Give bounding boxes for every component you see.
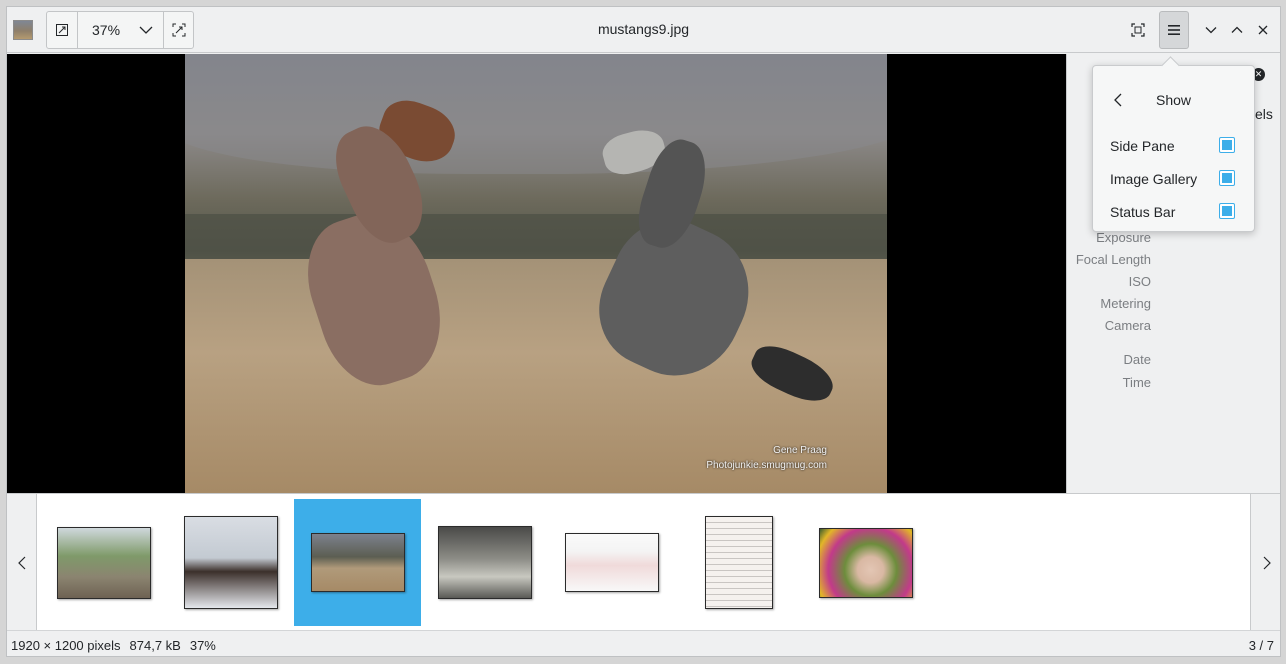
- menu-item-image-gallery[interactable]: Image Gallery: [1093, 167, 1254, 191]
- header-bar: 37% mustangs9.jpg: [7, 7, 1280, 53]
- close-button[interactable]: [1248, 11, 1278, 49]
- menu-item-side-pane[interactable]: Side Pane: [1093, 134, 1254, 158]
- thumbnail-webpage-screenshot: [564, 533, 659, 592]
- thumbnail-document-page: [704, 516, 773, 609]
- chevron-down-icon: [1205, 27, 1217, 34]
- chevron-up-icon: [1231, 26, 1243, 33]
- photo-watermark: Gene Praag Photojunkie.smugmug.com: [706, 445, 827, 471]
- menu-item-status-bar[interactable]: Status Bar: [1093, 200, 1254, 224]
- meta-label-iso: ISO: [1128, 274, 1151, 289]
- image-gallery: [7, 493, 1280, 631]
- back-arrow-icon[interactable]: [1111, 92, 1127, 108]
- thumbnail-moose-rider-in-snow: [183, 516, 278, 609]
- gallery-next-button[interactable]: [1252, 494, 1280, 631]
- popover-header[interactable]: Show: [1093, 90, 1254, 110]
- thumbnail-deer-and-police-car: [56, 526, 151, 599]
- menu-item-label: Status Bar: [1110, 204, 1176, 220]
- show-menu-popover: Show Side Pane Image Gallery Status Bar: [1092, 65, 1255, 232]
- window-title: mustangs9.jpg: [597, 21, 690, 37]
- popover-title: Show: [1156, 92, 1192, 108]
- status-bar: 1920 × 1200 pixels 874,7 kB 37% 3 / 7: [7, 630, 1280, 656]
- thumbnail-1[interactable]: [40, 499, 167, 626]
- main-menu-button[interactable]: [1159, 11, 1189, 49]
- hamburger-menu-icon: [1168, 25, 1180, 35]
- thumbnail-snail-with-flowers: [818, 527, 913, 598]
- close-icon: [1258, 25, 1268, 35]
- thumbnail-vintage-group-photo: [437, 526, 532, 599]
- thumbnail-2[interactable]: [167, 499, 294, 626]
- image-gallery-checkbox[interactable]: [1219, 170, 1235, 186]
- image-view[interactable]: Gene Praag Photojunkie.smugmug.com: [7, 54, 1066, 493]
- image-dimensions: 1920 × 1200 pixels: [11, 638, 121, 653]
- chevron-left-icon: [17, 556, 25, 569]
- meta-label-camera: Camera: [1104, 318, 1151, 333]
- main-image: Gene Praag Photojunkie.smugmug.com: [185, 54, 887, 493]
- fullscreen-button[interactable]: [1123, 11, 1153, 49]
- menu-item-label: Side Pane: [1110, 138, 1175, 154]
- thumbnail-mustangs-fighting: [310, 533, 405, 592]
- status-info: 1920 × 1200 pixels 874,7 kB 37%: [11, 638, 225, 653]
- meta-label-metering: Metering: [1100, 296, 1151, 311]
- status-zoom: 37%: [189, 638, 216, 653]
- thumbnail-3[interactable]: [294, 499, 421, 626]
- thumbnail-4[interactable]: [421, 499, 548, 626]
- image-position: 3 / 7: [1248, 638, 1274, 653]
- thumbnail-strip: [36, 494, 1251, 630]
- status-bar-checkbox[interactable]: [1219, 203, 1235, 219]
- meta-label-focal-length: Focal Length: [1075, 252, 1151, 267]
- meta-label-time: Time: [1122, 375, 1151, 390]
- file-size: 874,7 kB: [129, 638, 181, 653]
- meta-label-date: Date: [1123, 352, 1151, 367]
- thumbnail-6[interactable]: [675, 499, 802, 626]
- chevron-right-icon: [1263, 556, 1271, 569]
- meta-label-exposure: Exposure: [1096, 230, 1151, 245]
- menu-item-label: Image Gallery: [1110, 171, 1198, 187]
- gallery-prev-button[interactable]: [7, 494, 36, 631]
- side-pane-checkbox[interactable]: [1219, 137, 1235, 153]
- image-viewer-window: 37% mustangs9.jpg Gene Praag Photojunkie…: [6, 6, 1281, 657]
- thumbnail-7[interactable]: [802, 499, 929, 626]
- fullscreen-icon: [1131, 23, 1145, 37]
- thumbnail-5[interactable]: [548, 499, 675, 626]
- side-pane-heading-fragment: els: [1255, 106, 1273, 122]
